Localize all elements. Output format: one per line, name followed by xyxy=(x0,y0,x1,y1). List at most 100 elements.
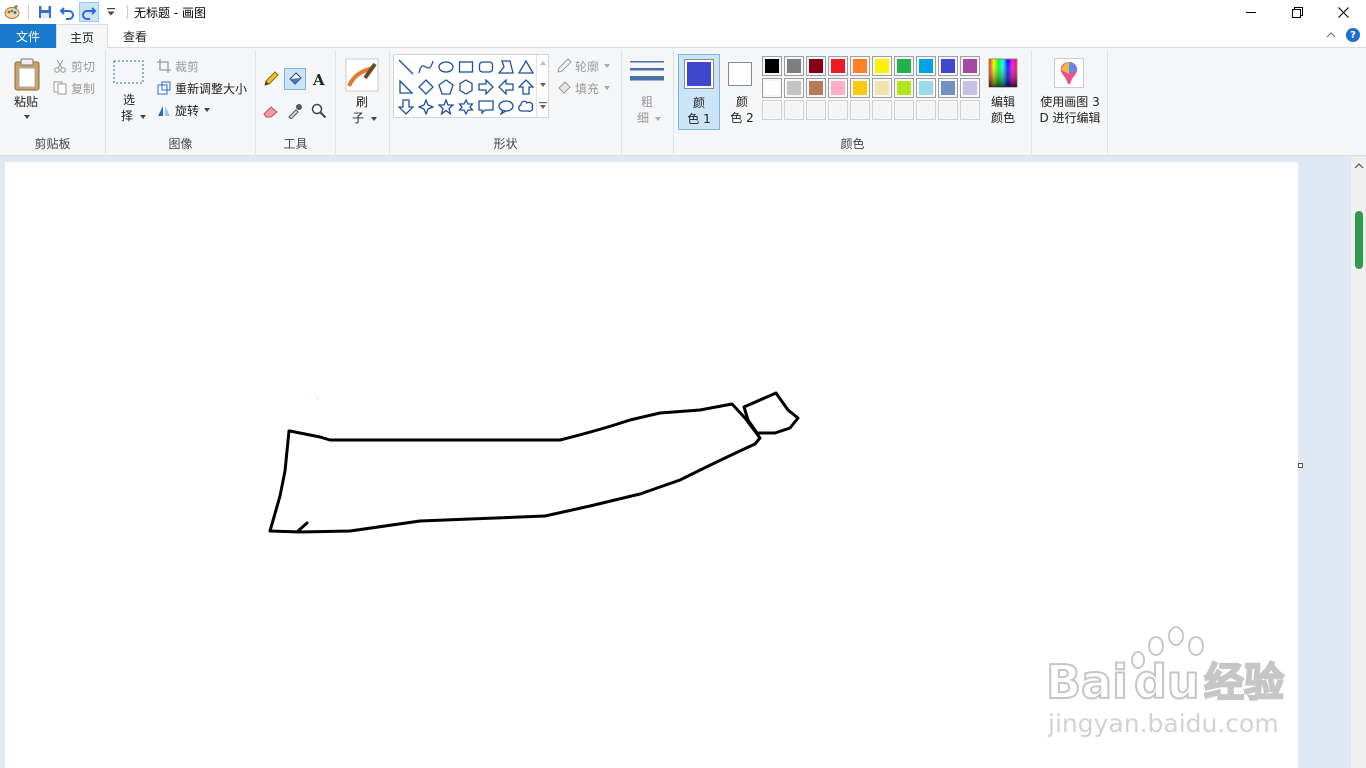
eraser-icon[interactable] xyxy=(260,100,282,122)
vertical-scrollbar[interactable] xyxy=(1350,157,1366,768)
customize-qat-icon[interactable] xyxy=(101,2,121,22)
brushes-button[interactable]: 刷 子 xyxy=(342,56,382,128)
size-button[interactable]: 粗 细 xyxy=(626,56,668,128)
palette-swatch-color xyxy=(787,81,801,95)
palette-swatch-2-10[interactable] xyxy=(960,78,980,98)
resize-button[interactable]: 重新调整大小 xyxy=(156,78,247,98)
palette-swatch-2-9[interactable] xyxy=(938,78,958,98)
up-arrow-shape-icon[interactable] xyxy=(516,77,536,97)
six-point-star-shape-icon[interactable] xyxy=(456,97,476,117)
select-dropdown-icon xyxy=(140,115,146,119)
shapes-scroll-up-icon[interactable] xyxy=(538,59,548,67)
diamond-shape-icon[interactable] xyxy=(416,77,436,97)
oval-shape-icon[interactable] xyxy=(436,57,456,77)
undo-icon[interactable] xyxy=(57,2,77,22)
palette-swatch-2-7[interactable] xyxy=(894,78,914,98)
palette-swatch-3-5[interactable] xyxy=(850,100,870,120)
scroll-up-icon[interactable] xyxy=(1351,159,1366,173)
palette-swatch-1-7[interactable] xyxy=(894,56,914,76)
edit-with-paint3d-button[interactable]: 使用画图 3 D 进行编辑 xyxy=(1034,54,1106,128)
fill-icon[interactable] xyxy=(284,68,306,90)
palette-swatch-2-1[interactable] xyxy=(762,78,782,98)
outline-button[interactable]: 轮廓 xyxy=(556,56,611,76)
rect-callout-shape-icon[interactable] xyxy=(476,97,496,117)
curve-shape-icon[interactable] xyxy=(416,57,436,77)
edit-colors-button[interactable]: 编辑 颜色 xyxy=(984,56,1022,128)
cut-label: 剪切 xyxy=(71,59,96,74)
rotate-button[interactable]: 旋转 xyxy=(156,100,211,120)
color2-button[interactable]: 颜 色 2 xyxy=(722,54,764,130)
paint-app-icon[interactable] xyxy=(2,2,22,22)
palette-swatch-3-10[interactable] xyxy=(960,100,980,120)
color-picker-icon[interactable] xyxy=(284,100,306,122)
tab-home[interactable]: 主页 xyxy=(56,24,108,49)
five-point-star-shape-icon[interactable] xyxy=(436,97,456,117)
palette-swatch-2-2[interactable] xyxy=(784,78,804,98)
cloud-callout-shape-icon[interactable] xyxy=(516,97,536,117)
palette-swatch-1-1[interactable] xyxy=(762,56,782,76)
save-icon[interactable] xyxy=(35,2,55,22)
canvas-resize-handle-right[interactable] xyxy=(1298,463,1303,468)
color1-button[interactable]: 颜 色 1 xyxy=(678,54,720,130)
rectangle-shape-icon[interactable] xyxy=(456,57,476,77)
palette-swatch-3-6[interactable] xyxy=(872,100,892,120)
brushes-label-1: 刷 xyxy=(355,95,368,109)
scroll-thumb[interactable] xyxy=(1355,211,1363,269)
palette-swatch-3-7[interactable] xyxy=(894,100,914,120)
tab-view[interactable]: 查看 xyxy=(110,24,160,49)
line-shape-icon[interactable] xyxy=(396,57,416,77)
redo-icon[interactable] xyxy=(79,2,99,22)
tab-file[interactable]: 文件 xyxy=(0,24,56,48)
oval-callout-shape-icon[interactable] xyxy=(496,97,516,117)
select-button[interactable]: 选 择 xyxy=(112,56,146,128)
magnifier-icon[interactable] xyxy=(308,100,330,122)
right-triangle-shape-icon[interactable] xyxy=(396,77,416,97)
crop-button[interactable]: 裁剪 xyxy=(156,56,199,76)
palette-swatch-3-4[interactable] xyxy=(828,100,848,120)
polygon-shape-icon[interactable] xyxy=(496,57,516,77)
palette-swatch-1-5[interactable] xyxy=(850,56,870,76)
hexagon-shape-icon[interactable] xyxy=(456,77,476,97)
pencil-icon[interactable] xyxy=(260,68,282,90)
four-point-star-shape-icon[interactable] xyxy=(416,97,436,117)
palette-swatch-1-4[interactable] xyxy=(828,56,848,76)
palette-swatch-1-6[interactable] xyxy=(872,56,892,76)
left-arrow-shape-icon[interactable] xyxy=(496,77,516,97)
text-icon[interactable]: A xyxy=(308,68,330,90)
palette-swatch-1-2[interactable] xyxy=(784,56,804,76)
palette-swatch-3-1[interactable] xyxy=(762,100,782,120)
palette-swatch-3-3[interactable] xyxy=(806,100,826,120)
close-icon[interactable] xyxy=(1320,0,1366,24)
minimize-icon[interactable] xyxy=(1228,0,1274,24)
fill-button[interactable]: 填充 xyxy=(556,78,611,98)
help-icon[interactable]: ? xyxy=(1346,28,1360,42)
cut-button[interactable]: 剪切 xyxy=(52,56,95,76)
restore-icon[interactable] xyxy=(1274,0,1320,24)
palette-swatch-1-8[interactable] xyxy=(916,56,936,76)
palette-swatch-2-8[interactable] xyxy=(916,78,936,98)
palette-swatch-1-3[interactable] xyxy=(806,56,826,76)
palette-swatch-color xyxy=(897,81,911,95)
outline-dropdown-icon xyxy=(604,64,611,68)
right-arrow-shape-icon[interactable] xyxy=(476,77,496,97)
palette-swatch-2-6[interactable] xyxy=(872,78,892,98)
copy-button[interactable]: 复制 xyxy=(52,78,95,98)
rounded-rectangle-shape-icon[interactable] xyxy=(476,57,496,77)
palette-swatch-1-10[interactable] xyxy=(960,56,980,76)
down-arrow-shape-icon[interactable] xyxy=(396,97,416,117)
triangle-shape-icon[interactable] xyxy=(516,57,536,77)
shapes-expand-icon[interactable] xyxy=(538,101,548,111)
pentagon-shape-icon[interactable] xyxy=(436,77,456,97)
copy-label: 复制 xyxy=(71,81,96,96)
palette-swatch-3-2[interactable] xyxy=(784,100,804,120)
palette-swatch-2-5[interactable] xyxy=(850,78,870,98)
palette-swatch-color xyxy=(963,103,977,117)
palette-swatch-2-3[interactable] xyxy=(806,78,826,98)
palette-swatch-1-9[interactable] xyxy=(938,56,958,76)
palette-swatch-3-8[interactable] xyxy=(916,100,936,120)
shapes-scroll-down-icon[interactable] xyxy=(538,81,548,89)
palette-swatch-3-9[interactable] xyxy=(938,100,958,120)
paste-button[interactable]: 粘贴 xyxy=(10,56,46,124)
palette-swatch-2-4[interactable] xyxy=(828,78,848,98)
collapse-ribbon-icon[interactable] xyxy=(1326,31,1336,39)
